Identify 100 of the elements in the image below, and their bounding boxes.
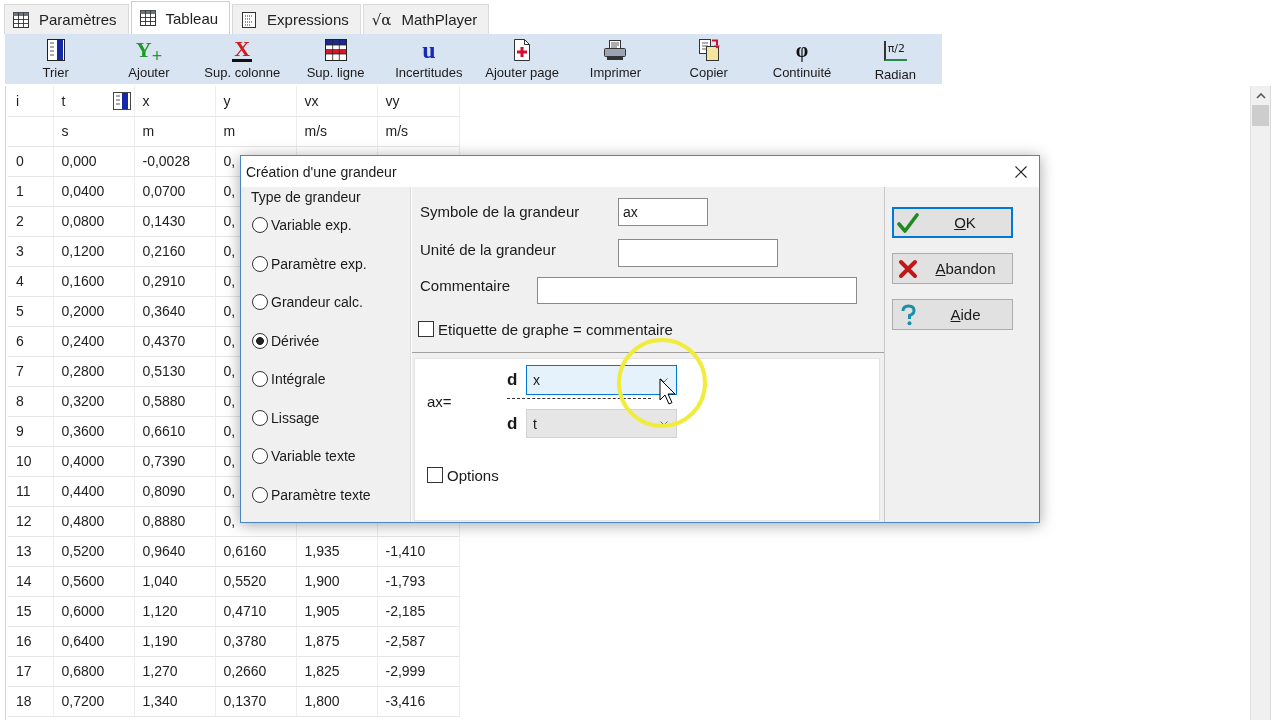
row-number: 16 (8, 626, 53, 656)
table-cell: -0,0028 (134, 146, 215, 176)
table-cell: 0,4710 (215, 596, 296, 626)
table-cell: 1,900 (296, 566, 377, 596)
ok-button[interactable]: OK (892, 207, 1013, 238)
table-cell: 0,6610 (134, 416, 215, 446)
copy-button[interactable]: Copier (662, 34, 756, 84)
table-cell: 0,0700 (134, 176, 215, 206)
scrollbar-track[interactable] (1250, 86, 1271, 720)
row-number: 10 (8, 446, 53, 476)
table-icon (139, 10, 156, 26)
row-number: 3 (8, 236, 53, 266)
table-cell: 0,0800 (53, 206, 134, 236)
radio-button[interactable] (252, 217, 268, 234)
table-cell: 1,825 (296, 656, 377, 686)
table-cell: 0,4000 (53, 446, 134, 476)
radian-button[interactable]: π/2 Radian (848, 34, 942, 84)
table-cell: 0,3200 (53, 386, 134, 416)
formula-label: ax= (427, 393, 453, 410)
row-number: 18 (8, 686, 53, 716)
continuity-button[interactable]: φ Continuité (755, 34, 849, 84)
row-number: 4 (8, 266, 53, 296)
table-cell: -1,793 (377, 566, 459, 596)
sort-button[interactable]: Trier (9, 34, 103, 84)
unit-cell: s (53, 116, 134, 146)
table-cell: 0,8090 (134, 476, 215, 506)
differential-symbol: d (507, 370, 519, 390)
table-cell: 1,270 (134, 656, 215, 686)
table-cell: 0,4800 (53, 506, 134, 536)
radio-button[interactable] (252, 409, 268, 426)
table-cell: 0,1430 (134, 206, 215, 236)
delete-row-button[interactable]: Sup. ligne (288, 34, 383, 84)
checkbox[interactable] (427, 467, 443, 483)
table-cell: 0,7390 (134, 446, 215, 476)
table-cell: 0,6000 (53, 596, 134, 626)
row-number: 9 (8, 416, 53, 446)
unit-cell: m/s (296, 116, 377, 146)
table-cell: 1,040 (134, 566, 215, 596)
table-cell: 0,6800 (53, 656, 134, 686)
close-icon[interactable] (1015, 165, 1027, 178)
row-number: 1 (8, 176, 53, 206)
chevron-down-icon (660, 421, 668, 426)
tab[interactable]: √α MathPlayer (362, 4, 490, 34)
unit-cell: m (215, 116, 296, 146)
table-cell: 1,190 (134, 626, 215, 656)
scroll-up-icon[interactable] (1255, 93, 1266, 99)
tab[interactable]: Tableau (130, 1, 231, 34)
table-cell: 0,0400 (53, 176, 134, 206)
scrollbar-thumb[interactable] (1252, 105, 1269, 126)
table-icon (13, 11, 29, 28)
checkbox[interactable] (418, 321, 434, 337)
uncertainties-button[interactable]: u Incertitudes (382, 34, 476, 84)
table-cell: 1,935 (296, 536, 377, 566)
radio-button[interactable] (252, 294, 268, 311)
tab[interactable]: Paramètres (4, 4, 129, 34)
row-number: 12 (8, 506, 53, 536)
radio-button[interactable] (252, 448, 268, 465)
row-number: 2 (8, 206, 53, 236)
text-field[interactable] (537, 277, 857, 304)
table-cell: 0,2910 (134, 266, 215, 296)
table-cell: 0,2660 (215, 656, 296, 686)
table-cell: 0,000 (53, 146, 134, 176)
table-cell: 0,2800 (53, 356, 134, 386)
checkbox-label[interactable]: Options (447, 466, 499, 484)
unit-cell: m (134, 116, 215, 146)
table-cell: -3,416 (377, 686, 459, 716)
radio-button[interactable] (252, 255, 268, 272)
u-letter-icon: u (422, 38, 436, 62)
grid-row-icon (323, 38, 348, 62)
table-cell: 0,5600 (53, 566, 134, 596)
table-cell: 0,4400 (53, 476, 134, 506)
table-cell: -2,185 (377, 596, 459, 626)
table-cell: -2,587 (377, 626, 459, 656)
dropdown[interactable]: x (526, 365, 677, 395)
table-cell: 0,5200 (53, 536, 134, 566)
row-number: 14 (8, 566, 53, 596)
text-field[interactable] (618, 239, 778, 267)
tab[interactable]: Expressions (232, 4, 361, 34)
table-cell: 1,875 (296, 626, 377, 656)
table-cell: 0,9640 (134, 536, 215, 566)
dropdown[interactable]: t (526, 409, 677, 438)
print-button[interactable]: Imprimer (568, 34, 663, 84)
radio-button[interactable] (252, 332, 268, 349)
row-number: 11 (8, 476, 53, 506)
text-field[interactable]: ax (618, 198, 708, 226)
cancel-button[interactable]: Abandon (892, 253, 1013, 284)
printer-icon (603, 38, 628, 62)
radio-button[interactable] (252, 486, 268, 503)
radio-button[interactable] (252, 371, 268, 388)
row-number: 5 (8, 296, 53, 326)
help-button[interactable]: Aide (892, 299, 1013, 330)
table-cell: 0,5520 (215, 566, 296, 596)
add-button[interactable]: Y$_{+}$ Ajouter (102, 34, 196, 84)
table-cell: 0,2160 (134, 236, 215, 266)
delete-column-button[interactable]: X Sup. colonne (195, 34, 289, 84)
add-page-button[interactable]: Ajouter page (475, 34, 569, 84)
checkbox-label[interactable]: Etiquette de graphe = commentaire (438, 320, 673, 338)
row-number: 15 (8, 596, 53, 626)
mouse-pointer-icon (659, 378, 677, 406)
root-alpha-icon: √α (371, 11, 392, 28)
